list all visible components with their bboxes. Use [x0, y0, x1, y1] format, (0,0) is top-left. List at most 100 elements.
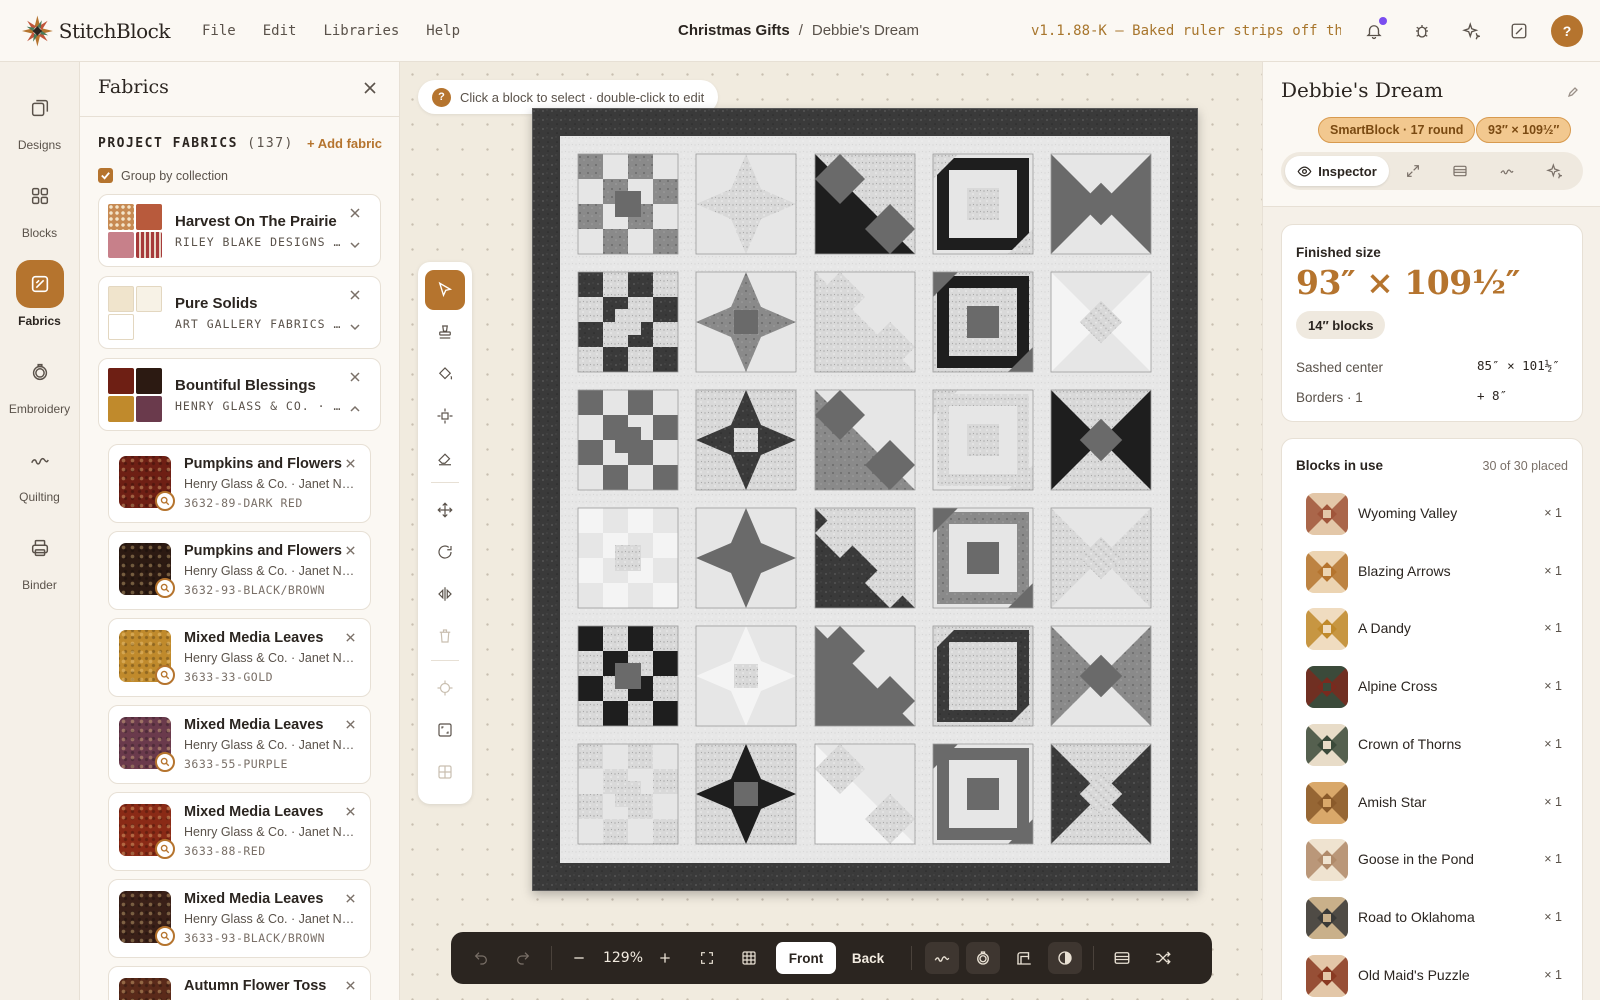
quilt-block[interactable]: [577, 389, 679, 491]
fabric-item[interactable]: Mixed Media Leaves Henry Glass & Co. · Ja…: [108, 705, 371, 784]
smartblock-pill[interactable]: SmartBlock · 17 round: [1318, 117, 1476, 143]
pan-tool[interactable]: [425, 490, 465, 530]
quilt-block[interactable]: [577, 153, 679, 255]
block-row[interactable]: Wyoming Valley × 1: [1282, 489, 1582, 539]
fabric-item[interactable]: Mixed Media Leaves Henry Glass & Co. · Ja…: [108, 618, 371, 697]
remove-collection-icon[interactable]: [349, 289, 361, 301]
quilt-block[interactable]: [577, 507, 679, 609]
undo-button[interactable]: [465, 942, 497, 974]
quilt-block[interactable]: [932, 625, 1034, 727]
zoom-swatch-button[interactable]: [155, 491, 175, 511]
zoom-swatch-button[interactable]: [155, 578, 175, 598]
menu-libraries[interactable]: Libraries: [323, 23, 399, 39]
remove-collection-icon[interactable]: [349, 371, 361, 383]
group-by-collection-toggle[interactable]: Group by collection: [98, 168, 228, 183]
breadcrumb-project[interactable]: Christmas Gifts: [678, 22, 790, 39]
stamp-tool[interactable]: [425, 312, 465, 352]
quilt-block[interactable]: [695, 271, 797, 373]
block-row[interactable]: Blazing Arrows × 1: [1282, 547, 1582, 597]
view-front-button[interactable]: Front: [776, 942, 836, 974]
quilt-preview[interactable]: [532, 108, 1198, 891]
fabric-item[interactable]: Pumpkins and Flowers Henry Glass & Co. · …: [108, 444, 371, 523]
zoom-out-button[interactable]: [563, 942, 595, 974]
size-pill[interactable]: 93″ × 109½″: [1476, 117, 1572, 143]
remove-fabric-icon[interactable]: [345, 545, 356, 556]
fabric-item[interactable]: Mixed Media Leaves Henry Glass & Co. · Ja…: [108, 792, 371, 871]
quilt-block[interactable]: [814, 153, 916, 255]
quilt-block[interactable]: [695, 153, 797, 255]
menu-file[interactable]: File: [202, 23, 236, 39]
zoom-swatch-button[interactable]: [155, 839, 175, 859]
layout-button[interactable]: [1105, 942, 1139, 974]
remove-collection-icon[interactable]: [349, 207, 361, 219]
remove-fabric-icon[interactable]: [345, 632, 356, 643]
move-block-tool[interactable]: [425, 396, 465, 436]
grid-layout-tool[interactable]: [425, 752, 465, 792]
delete-tool[interactable]: [425, 616, 465, 656]
collection-card[interactable]: Bountiful Blessings HENRY GLASS & CO. · …: [98, 358, 381, 431]
chevron-up-icon[interactable]: [349, 403, 361, 415]
target-tool[interactable]: [425, 668, 465, 708]
quilt-block[interactable]: [814, 389, 916, 491]
version-label[interactable]: v1.1.88-K — Baked ruler strips off th…: [1031, 23, 1341, 39]
quilt-block[interactable]: [814, 743, 916, 845]
group-by-checkbox[interactable]: [98, 168, 113, 183]
quilt-block[interactable]: [814, 271, 916, 373]
notifications-button[interactable]: [1362, 17, 1387, 43]
nav-binder[interactable]: Binder: [0, 524, 79, 592]
chevron-down-icon[interactable]: [349, 321, 361, 333]
quilt-block[interactable]: [695, 743, 797, 845]
quilt-block[interactable]: [932, 507, 1034, 609]
eraser-tool[interactable]: [425, 438, 465, 478]
quilt-block[interactable]: [577, 743, 679, 845]
remove-fabric-icon[interactable]: [345, 893, 356, 904]
select-tool[interactable]: [425, 270, 465, 310]
debug-button[interactable]: [1410, 19, 1434, 43]
quilt-block[interactable]: [932, 743, 1034, 845]
zoom-in-button[interactable]: [649, 942, 681, 974]
design-canvas[interactable]: ? Click a block to select · double-click…: [400, 62, 1262, 1000]
add-fabric-button[interactable]: + Add fabric: [307, 136, 382, 151]
redo-button[interactable]: [507, 942, 539, 974]
quilt-block[interactable]: [695, 389, 797, 491]
chevron-down-icon[interactable]: [349, 239, 361, 251]
view-back-button[interactable]: Back: [838, 942, 898, 974]
zoom-swatch-button[interactable]: [155, 752, 175, 772]
resize-icon[interactable]: [1405, 163, 1421, 179]
remove-fabric-icon[interactable]: [345, 458, 356, 469]
remove-fabric-icon[interactable]: [345, 980, 356, 991]
quilt-block[interactable]: [577, 625, 679, 727]
block-row[interactable]: Amish Star × 1: [1282, 778, 1582, 828]
block-row[interactable]: Old Maid's Puzzle × 1: [1282, 951, 1582, 1000]
nav-embroidery[interactable]: Embroidery: [0, 348, 79, 416]
quilting-overlay-button[interactable]: [925, 942, 959, 974]
quilt-block[interactable]: [932, 153, 1034, 255]
block-row[interactable]: A Dandy × 1: [1282, 604, 1582, 654]
nav-blocks[interactable]: Blocks: [0, 172, 79, 240]
block-row[interactable]: Goose in the Pond × 1: [1282, 835, 1582, 885]
sparkle-icon[interactable]: [1546, 163, 1562, 179]
squiggle-icon[interactable]: [1499, 163, 1515, 179]
remove-fabric-icon[interactable]: [345, 806, 356, 817]
quilt-block[interactable]: [932, 389, 1034, 491]
quilt-block[interactable]: [577, 271, 679, 373]
quilt-block[interactable]: [814, 625, 916, 727]
grid-toggle-button[interactable]: [733, 942, 765, 974]
menu-help[interactable]: Help: [426, 23, 460, 39]
edit-design-button[interactable]: [1507, 19, 1531, 43]
pencil-icon[interactable]: [1567, 86, 1579, 98]
fabric-item[interactable]: Mixed Media Leaves Henry Glass & Co. · Ja…: [108, 879, 371, 958]
quilt-block[interactable]: [1050, 271, 1152, 373]
collection-card[interactable]: Harvest On The Prairie RILEY BLAKE DESIG…: [98, 194, 381, 267]
nav-fabrics[interactable]: Fabrics: [0, 260, 79, 328]
zoom-swatch-button[interactable]: [155, 665, 175, 685]
ai-assist-button[interactable]: [1459, 19, 1483, 43]
app-logo[interactable]: StitchBlock: [20, 13, 171, 49]
fill-tool[interactable]: [425, 354, 465, 394]
zoom-swatch-button[interactable]: [155, 926, 175, 946]
block-row[interactable]: Crown of Thorns × 1: [1282, 720, 1582, 770]
embroidery-overlay-button[interactable]: [966, 942, 1000, 974]
block-row[interactable]: Alpine Cross × 1: [1282, 662, 1582, 712]
tab-inspector[interactable]: Inspector: [1285, 156, 1389, 186]
quilt-block[interactable]: [1050, 153, 1152, 255]
